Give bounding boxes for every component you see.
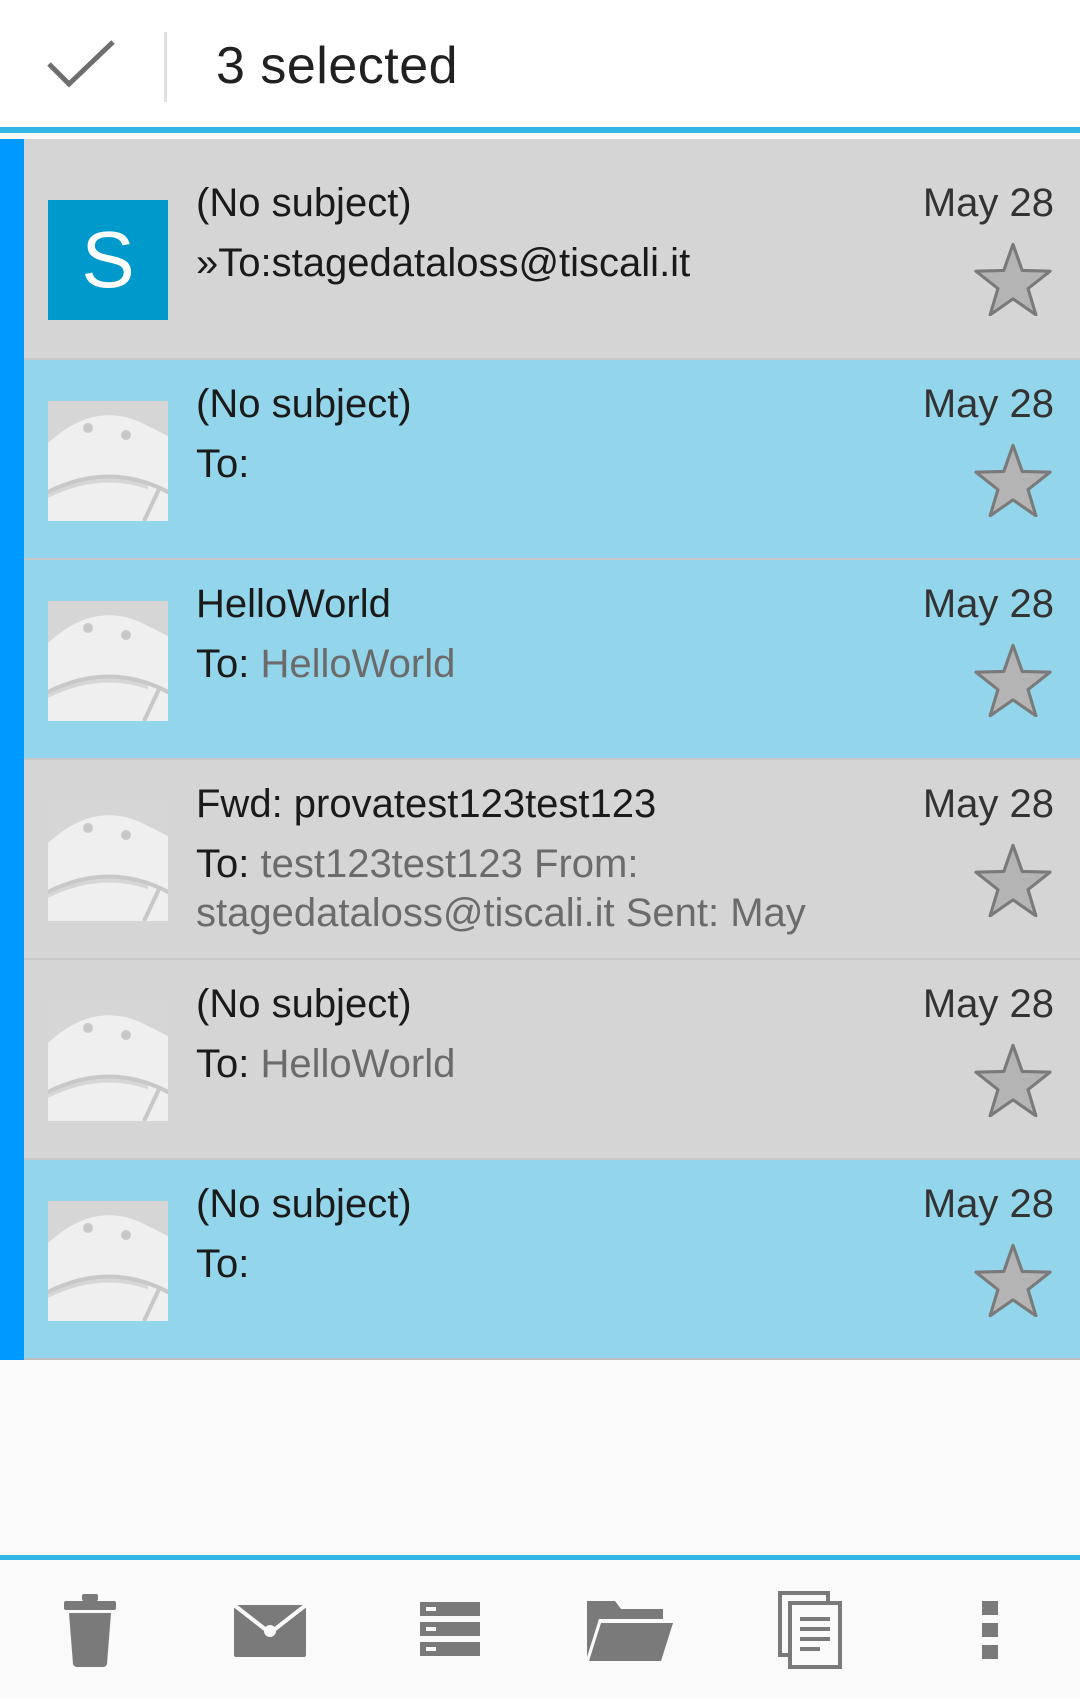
contact-avatar[interactable]: [48, 401, 168, 521]
star-toggle[interactable]: [974, 1243, 1052, 1317]
account-color-strip: [0, 760, 24, 960]
message-subject: HelloWorld: [196, 582, 391, 626]
contact-avatar[interactable]: S: [48, 200, 168, 320]
android-avatar-icon: [48, 1201, 168, 1321]
android-avatar-icon: [48, 801, 168, 921]
move-button[interactable]: [570, 1560, 690, 1699]
contact-avatar[interactable]: [48, 1201, 168, 1321]
copy-icon: [778, 1590, 842, 1669]
to-label: To:: [196, 1042, 250, 1086]
star-icon: [974, 843, 1052, 917]
message-preview: To: HelloWorld: [196, 640, 876, 689]
overflow-menu-icon: [982, 1600, 998, 1659]
star-toggle[interactable]: [974, 443, 1052, 517]
action-bar: 3 selected: [0, 0, 1080, 133]
message-preview: To:: [196, 1240, 876, 1289]
message-row[interactable]: S (No subject) »To:stagedataloss@tiscali…: [0, 139, 1080, 360]
star-icon: [974, 643, 1052, 717]
to-value: stagedataloss@tiscali.it: [271, 241, 691, 285]
message-subject: (No subject): [196, 382, 412, 426]
star-icon: [974, 1243, 1052, 1317]
star-toggle[interactable]: [974, 643, 1052, 717]
message-row[interactable]: (No subject) To: May 28: [0, 360, 1080, 560]
message-list: S (No subject) »To:stagedataloss@tiscali…: [0, 139, 1080, 1360]
message-preview: To: test123test123 From: stagedataloss@t…: [196, 840, 876, 938]
account-color-strip: [0, 139, 24, 360]
star-toggle[interactable]: [974, 242, 1052, 316]
android-avatar-icon: [48, 1001, 168, 1121]
to-value: HelloWorld: [249, 1042, 456, 1086]
copy-button[interactable]: [750, 1560, 870, 1699]
mark-read-button[interactable]: [210, 1560, 330, 1699]
action-bar-divider: [164, 32, 167, 102]
star-toggle[interactable]: [974, 843, 1052, 917]
to-label: »To:: [196, 241, 272, 285]
message-subject: (No subject): [196, 181, 412, 225]
to-value: test123test123 From: stagedataloss@tisca…: [196, 842, 806, 935]
bottom-action-bar: [0, 1555, 1080, 1699]
archive-button[interactable]: [390, 1560, 510, 1699]
message-date: May 28: [922, 382, 1054, 426]
contact-avatar[interactable]: [48, 801, 168, 921]
message-row[interactable]: (No subject) To: HelloWorld May 28: [0, 960, 1080, 1160]
message-preview: To:: [196, 440, 876, 489]
delete-icon: [64, 1593, 116, 1667]
to-value: HelloWorld: [249, 642, 456, 686]
message-date: May 28: [922, 582, 1054, 626]
android-avatar-icon: [48, 601, 168, 721]
move-folder-icon: [587, 1600, 673, 1661]
contact-avatar[interactable]: [48, 601, 168, 721]
account-color-strip: [0, 560, 24, 760]
star-toggle[interactable]: [974, 1043, 1052, 1117]
delete-button[interactable]: [30, 1560, 150, 1699]
account-color-strip: [0, 960, 24, 1160]
message-row[interactable]: HelloWorld To: HelloWorld May 28: [0, 560, 1080, 760]
message-date: May 28: [922, 982, 1054, 1026]
account-color-strip: [0, 1160, 24, 1360]
check-icon: [47, 39, 115, 87]
star-icon: [974, 242, 1052, 316]
archive-icon: [420, 1601, 480, 1656]
done-button[interactable]: [0, 0, 162, 127]
message-subject: Fwd: provatest123test123: [196, 782, 657, 826]
message-preview: »To:stagedataloss@tiscali.it: [196, 239, 876, 288]
to-label: To:: [196, 842, 250, 886]
android-avatar-icon: [48, 401, 168, 521]
account-color-strip: [0, 360, 24, 560]
message-preview: To: HelloWorld: [196, 1040, 876, 1089]
message-date: May 28: [922, 782, 1054, 826]
star-icon: [974, 443, 1052, 517]
contact-avatar[interactable]: [48, 1001, 168, 1121]
to-label: To:: [196, 442, 250, 486]
message-subject: (No subject): [196, 1182, 412, 1226]
mark-read-icon: [232, 1602, 308, 1657]
overflow-menu-button[interactable]: [930, 1560, 1050, 1699]
avatar-letter: S: [81, 215, 135, 304]
message-row[interactable]: (No subject) To: May 28: [0, 1160, 1080, 1360]
to-label: To:: [196, 642, 250, 686]
message-date: May 28: [922, 181, 1054, 225]
selected-count: 3 selected: [216, 37, 459, 95]
message-date: May 28: [922, 1182, 1054, 1226]
to-label: To:: [196, 1242, 250, 1286]
message-row[interactable]: Fwd: provatest123test123 To: test123test…: [0, 760, 1080, 960]
message-subject: (No subject): [196, 982, 412, 1026]
star-icon: [974, 1043, 1052, 1117]
